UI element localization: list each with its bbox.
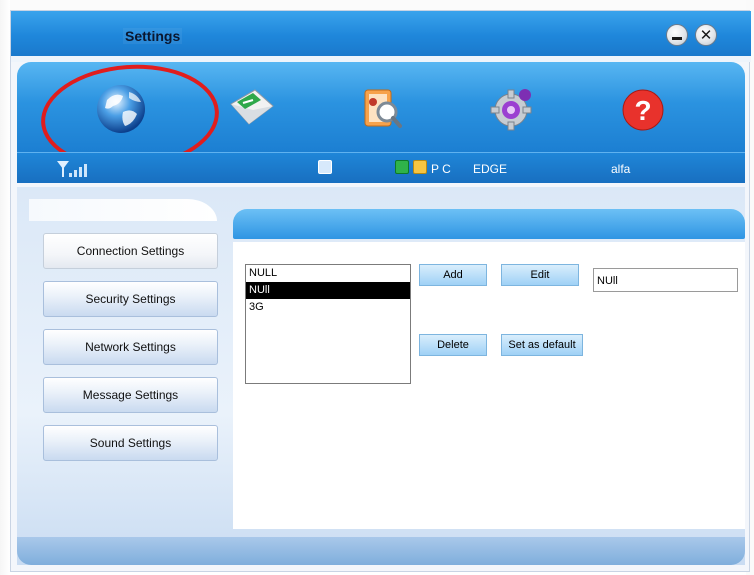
gear-icon bbox=[490, 89, 532, 131]
edit-button[interactable]: Edit bbox=[501, 264, 579, 286]
signal-strength-icon bbox=[57, 161, 87, 177]
connection-settings-content: NULL NUll 3G Add Edit NUll Delete Set as… bbox=[233, 242, 745, 529]
profile-name-field[interactable]: NUll bbox=[593, 268, 738, 292]
close-icon: ✕ bbox=[699, 26, 713, 44]
profile-item-selected[interactable]: NUll bbox=[246, 282, 410, 299]
help-icon: ? bbox=[622, 89, 664, 131]
sidebar-item-sound-settings[interactable]: Sound Settings bbox=[43, 425, 218, 461]
toolbar-settings-button[interactable] bbox=[485, 80, 541, 136]
profile-item[interactable]: NULL bbox=[246, 265, 410, 282]
roaming-icon bbox=[395, 160, 409, 174]
envelope-icon bbox=[230, 89, 274, 125]
phonebook-icon bbox=[364, 89, 402, 128]
settings-window: Settings ✕ ? P C EDGE alfa Connection Se… bbox=[10, 10, 751, 572]
minimize-icon bbox=[672, 36, 682, 40]
profile-list[interactable]: NULL NUll 3G bbox=[245, 264, 411, 384]
operator-name: alfa bbox=[611, 162, 631, 176]
window-title: Settings bbox=[123, 28, 183, 44]
sidebar-item-security-settings[interactable]: Security Settings bbox=[43, 281, 218, 317]
title-bar: Settings ✕ bbox=[11, 11, 751, 56]
background-left bbox=[0, 0, 10, 575]
toolbar-help-button[interactable]: ? bbox=[615, 80, 671, 136]
toolbar-phonebook-button[interactable] bbox=[353, 80, 409, 136]
svg-text:?: ? bbox=[634, 95, 651, 126]
toolbar-sms-button[interactable] bbox=[223, 80, 279, 136]
settings-panel: Connection Settings Security Settings Ne… bbox=[17, 187, 745, 565]
content-header-bar bbox=[233, 209, 745, 239]
set-as-default-button[interactable]: Set as default bbox=[501, 334, 583, 356]
status-bar: P C EDGE alfa bbox=[17, 152, 745, 183]
connection-status-icon bbox=[318, 160, 332, 174]
footer-bar bbox=[17, 537, 745, 565]
delete-button[interactable]: Delete bbox=[419, 334, 487, 356]
sidebar-item-message-settings[interactable]: Message Settings bbox=[43, 377, 218, 413]
add-button[interactable]: Add bbox=[419, 264, 487, 286]
sidebar-decoration bbox=[29, 199, 217, 221]
sidebar-item-connection-settings[interactable]: Connection Settings bbox=[43, 233, 218, 269]
sim-icon bbox=[413, 160, 427, 174]
close-button[interactable]: ✕ bbox=[695, 24, 717, 46]
profile-item[interactable]: 3G bbox=[246, 299, 410, 316]
sidebar-item-network-settings[interactable]: Network Settings bbox=[43, 329, 218, 365]
minimize-button[interactable] bbox=[666, 24, 688, 46]
network-type-text: EDGE bbox=[473, 162, 508, 176]
network-mode-text: P C bbox=[431, 162, 451, 176]
